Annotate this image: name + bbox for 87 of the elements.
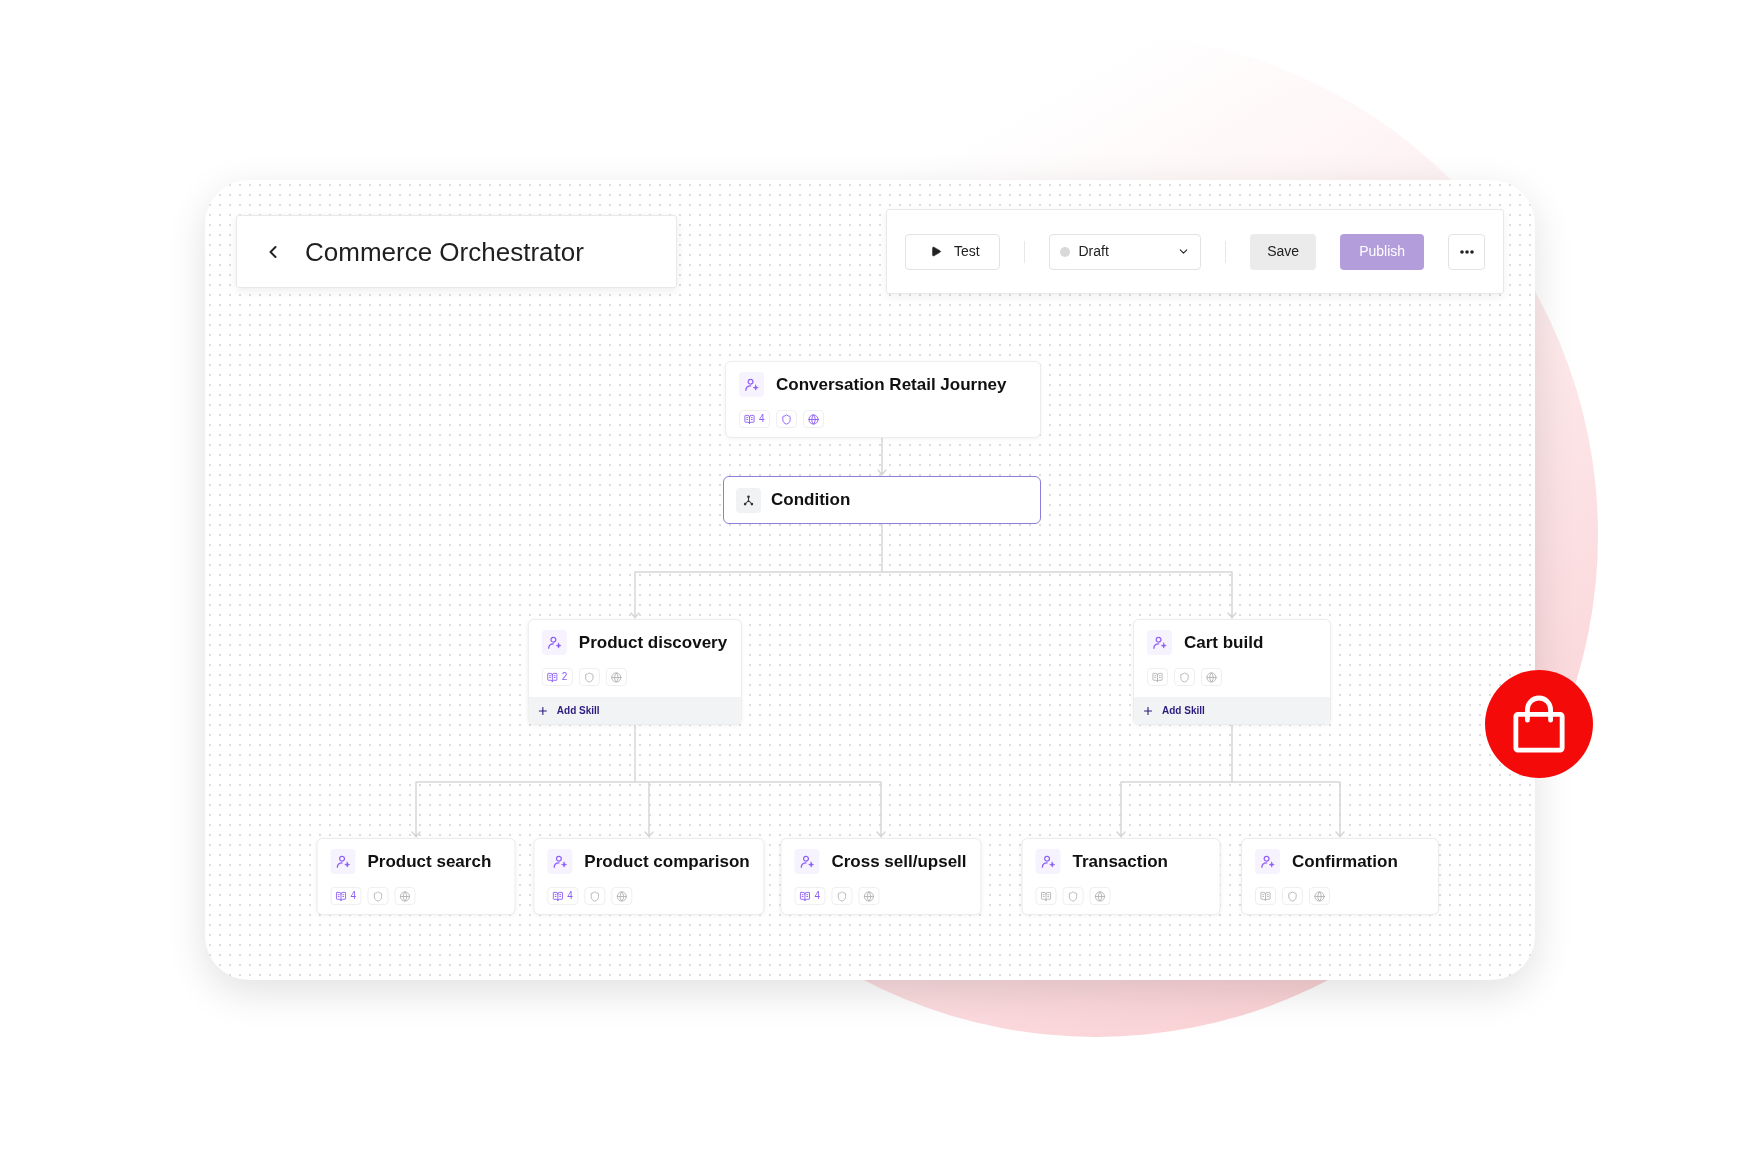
user-plus-icon <box>330 849 356 874</box>
ellipsis-icon <box>1459 249 1474 254</box>
node-title: Conversation Retail Journey <box>776 373 1007 396</box>
book-badge[interactable]: 4 <box>794 887 825 905</box>
book-badge[interactable]: 2 <box>541 668 573 686</box>
book-icon <box>546 671 558 683</box>
shield-badge[interactable] <box>775 410 797 428</box>
user-plus-icon <box>1147 630 1172 655</box>
user-plus-icon <box>541 630 567 655</box>
shield-icon <box>780 413 792 425</box>
shield-badge[interactable] <box>367 887 389 905</box>
user-plus-icon <box>739 372 764 397</box>
more-button[interactable] <box>1448 233 1485 270</box>
plus-icon <box>1142 704 1154 717</box>
agent-node[interactable]: Cross sell/upsell 4 <box>780 838 982 915</box>
book-badge[interactable] <box>1035 887 1057 905</box>
globe-badge[interactable] <box>1201 668 1222 686</box>
shield-badge[interactable] <box>1282 887 1303 905</box>
globe-badge[interactable] <box>1089 887 1111 905</box>
agent-node[interactable]: Transaction <box>1021 838 1221 915</box>
node-title: Cross sell/upsell <box>831 850 967 873</box>
node-title: Cart build <box>1184 631 1264 654</box>
agent-node[interactable]: Product search 4 <box>316 838 516 915</box>
add-skill-button[interactable]: Add Skill <box>528 697 742 724</box>
condition-node[interactable]: Condition <box>723 476 1041 524</box>
shield-badge[interactable] <box>583 887 605 905</box>
user-plus-icon <box>1035 849 1061 874</box>
node-title: Product discovery <box>578 631 728 654</box>
shield-badge[interactable] <box>831 887 852 905</box>
book-badge[interactable]: 4 <box>739 410 770 428</box>
add-skill-button[interactable]: Add Skill <box>1134 697 1330 724</box>
node-title: Transaction <box>1072 850 1168 873</box>
shield-badge[interactable] <box>1174 668 1195 686</box>
shield-badge[interactable] <box>578 668 600 686</box>
globe-icon <box>1314 890 1325 902</box>
globe-icon <box>615 890 627 902</box>
connector <box>877 437 887 476</box>
globe-badge[interactable] <box>802 410 824 428</box>
agent-node[interactable]: Conversation Retail Journey 4 <box>725 361 1041 438</box>
agent-node[interactable]: Cart build Add Skill <box>1133 619 1331 725</box>
globe-badge[interactable] <box>1309 887 1330 905</box>
globe-icon <box>1206 671 1217 683</box>
book-icon <box>552 890 564 902</box>
agent-node[interactable]: Product comparison 4 <box>533 838 765 915</box>
play-icon <box>930 245 942 258</box>
user-plus-icon <box>547 849 573 874</box>
shield-icon <box>1067 890 1079 902</box>
agent-node[interactable]: Product discovery 2 Add Skill <box>527 619 743 725</box>
status-dropdown[interactable]: Draft <box>1049 233 1202 270</box>
globe-badge[interactable] <box>605 668 627 686</box>
shield-icon <box>372 890 384 902</box>
agent-node[interactable]: Confirmation <box>1241 838 1439 915</box>
shield-icon <box>836 890 847 902</box>
save-button[interactable]: Save <box>1250 233 1316 270</box>
node-title: Product comparison <box>584 850 750 873</box>
globe-badge[interactable] <box>858 887 879 905</box>
book-icon <box>799 890 811 902</box>
book-badge[interactable] <box>1147 668 1168 686</box>
book-icon <box>1152 671 1163 683</box>
shield-badge[interactable] <box>1062 887 1084 905</box>
book-icon <box>335 890 347 902</box>
globe-icon <box>807 413 819 425</box>
globe-badge[interactable] <box>610 887 632 905</box>
shield-icon <box>1287 890 1298 902</box>
book-badge[interactable]: 4 <box>330 887 362 905</box>
book-badge[interactable]: 4 <box>547 887 578 905</box>
globe-icon <box>610 671 622 683</box>
node-title: Confirmation <box>1292 850 1398 873</box>
shield-icon <box>583 671 595 683</box>
globe-icon <box>399 890 411 902</box>
book-icon <box>1040 890 1052 902</box>
book-icon <box>1260 890 1271 902</box>
globe-icon <box>863 890 874 902</box>
globe-badge[interactable] <box>394 887 416 905</box>
user-plus-icon <box>794 849 820 874</box>
branch-icon <box>736 487 761 513</box>
user-plus-icon <box>1255 849 1280 874</box>
page-title: Commerce Orchestrator <box>305 235 584 268</box>
node-title: Condition <box>771 489 851 511</box>
book-icon <box>744 413 755 425</box>
node-title: Product search <box>367 850 492 873</box>
book-badge[interactable] <box>1255 887 1276 905</box>
plus-icon <box>536 704 549 717</box>
globe-icon <box>1094 890 1106 902</box>
test-button[interactable]: Test <box>905 233 1001 270</box>
shield-icon <box>1179 671 1190 683</box>
shield-icon <box>588 890 600 902</box>
